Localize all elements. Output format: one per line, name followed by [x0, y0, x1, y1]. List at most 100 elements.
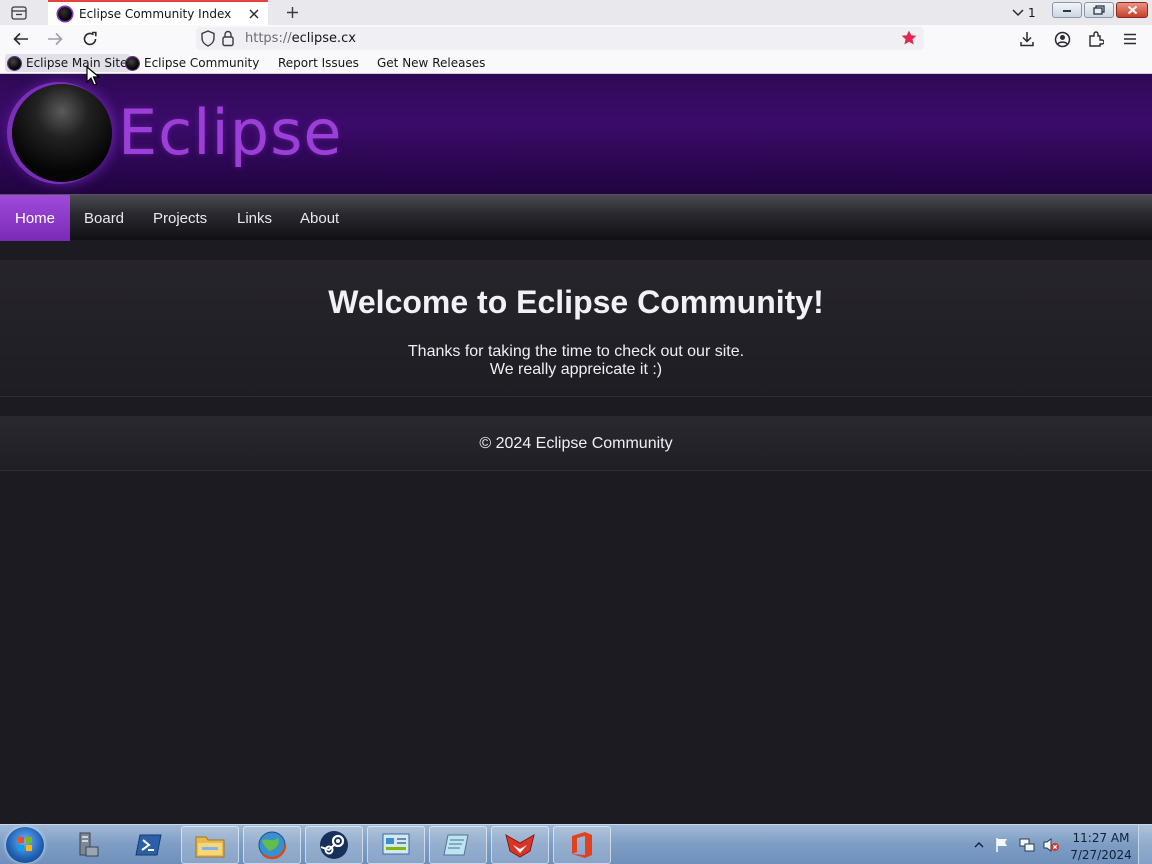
bookmark-eclipse-main-site[interactable]: Eclipse Main Site: [5, 54, 131, 72]
mouse-cursor-icon: [86, 66, 100, 86]
taskbar-steam[interactable]: [305, 826, 363, 864]
browser-globe-icon: [257, 830, 287, 860]
nav-projects[interactable]: Projects: [138, 195, 222, 241]
clock-date[interactable]: 7/27/2024: [1066, 848, 1136, 862]
bookmark-report-issues[interactable]: Report Issues: [275, 54, 362, 72]
download-icon: [1020, 32, 1034, 47]
site-header: Eclipse: [0, 74, 1152, 194]
new-tab-button[interactable]: [282, 3, 302, 22]
tracking-shield-icon[interactable]: [200, 30, 216, 47]
site-navigation: Home Board Projects Links About: [0, 194, 1152, 241]
file-explorer-icon: [195, 836, 225, 858]
eclipse-logo-icon[interactable]: [12, 84, 112, 182]
tab-list-button[interactable]: [8, 3, 30, 22]
clock-time[interactable]: 11:27 AM: [1066, 831, 1136, 845]
restore-button[interactable]: [1084, 2, 1114, 18]
reload-button[interactable]: [79, 29, 101, 49]
url-host: eclipse.cx: [291, 31, 356, 46]
forward-button[interactable]: [44, 29, 66, 49]
back-button[interactable]: [10, 29, 32, 49]
bookmark-label: Eclipse Community: [144, 56, 260, 70]
downloads-button[interactable]: [1016, 29, 1038, 49]
volume-muted-icon[interactable]: [1042, 837, 1060, 853]
eclipse-favicon-icon: [8, 56, 21, 70]
extensions-button[interactable]: [1085, 29, 1107, 49]
arrow-left-icon: [13, 32, 28, 46]
tab-title: Eclipse Community Index: [79, 6, 232, 21]
copyright-text: © 2024 Eclipse Community: [479, 435, 673, 452]
browser-tab-active[interactable]: Eclipse Community Index: [48, 0, 268, 25]
web-page: Eclipse Home Board Projects Links About …: [0, 74, 1152, 824]
taskbar-fox-app[interactable]: [491, 826, 549, 864]
taskbar-office[interactable]: [553, 826, 611, 864]
taskbar-browser[interactable]: [243, 826, 301, 864]
notepad-icon: [443, 834, 469, 856]
taskbar-notepad[interactable]: [429, 826, 487, 864]
site-logo-text[interactable]: Eclipse: [118, 96, 343, 169]
restore-icon: [1093, 5, 1105, 15]
welcome-message-line2: We really appreicate it :): [489, 361, 663, 378]
browser-chrome: Eclipse Community Index 1 https://eclips…: [0, 0, 1152, 74]
control-panel-icon: [382, 833, 410, 855]
eclipse-favicon-icon: [58, 6, 72, 21]
bookmark-get-new-releases[interactable]: Get New Releases: [374, 54, 488, 72]
welcome-message: Thanks for taking the time to check out …: [0, 343, 1152, 379]
nav-home[interactable]: Home: [0, 195, 71, 241]
tab-close-button[interactable]: [246, 6, 262, 22]
bookmark-label: Eclipse Main Site: [26, 56, 128, 70]
chevron-down-icon: [1012, 8, 1024, 16]
minimize-icon: [1063, 10, 1071, 12]
window-controls: [1052, 2, 1148, 18]
url-text[interactable]: https://eclipse.cx: [245, 31, 356, 46]
steam-icon: [320, 831, 348, 859]
plus-icon: [286, 7, 298, 18]
account-button[interactable]: [1051, 29, 1073, 49]
show-desktop-button[interactable]: [1138, 825, 1152, 864]
menu-button[interactable]: [1119, 29, 1141, 49]
nav-about[interactable]: About: [285, 195, 354, 241]
account-icon: [1054, 31, 1070, 47]
tab-count: 1: [1028, 5, 1036, 20]
taskbar-server-manager[interactable]: [58, 826, 116, 864]
arrow-right-icon: [48, 32, 63, 46]
minimize-button[interactable]: [1052, 2, 1082, 18]
windows-logo-icon: [18, 837, 32, 851]
bookmark-eclipse-community[interactable]: Eclipse Community: [123, 54, 262, 72]
navigation-bar: https://eclipse.cx: [0, 25, 1152, 52]
address-bar[interactable]: https://eclipse.cx: [196, 27, 924, 50]
welcome-section: Welcome to Eclipse Community! Thanks for…: [0, 260, 1152, 397]
taskbar-powershell[interactable]: [120, 826, 178, 864]
nav-links[interactable]: Links: [222, 195, 287, 241]
bookmark-label: Get New Releases: [377, 56, 486, 70]
lock-icon[interactable]: [221, 30, 235, 47]
taskbar-control-panel[interactable]: [367, 826, 425, 864]
taskbar: 11:27 AM 7/27/2024: [0, 824, 1152, 864]
taskbar-file-explorer[interactable]: [181, 826, 239, 864]
eclipse-favicon-icon: [126, 56, 139, 70]
powershell-icon: [135, 834, 162, 856]
window-close-button[interactable]: [1116, 2, 1148, 18]
action-center-flag-icon[interactable]: [994, 837, 1010, 853]
tab-list-icon: [11, 5, 27, 20]
fox-app-icon: [505, 833, 535, 858]
server-manager-icon: [79, 832, 99, 857]
hamburger-menu-icon: [1124, 33, 1136, 45]
close-icon: [1127, 5, 1137, 15]
reload-icon: [83, 31, 97, 46]
puzzle-icon: [1089, 31, 1104, 47]
bookmark-star-icon[interactable]: [900, 29, 918, 47]
welcome-message-line1: Thanks for taking the time to check out …: [407, 343, 745, 360]
network-icon[interactable]: [1018, 837, 1036, 853]
office-icon: [572, 832, 592, 858]
close-icon: [249, 9, 259, 18]
bookmark-label: Report Issues: [278, 56, 359, 70]
site-footer: © 2024 Eclipse Community: [0, 416, 1152, 471]
url-protocol: https://: [245, 31, 292, 46]
nav-board[interactable]: Board: [69, 195, 139, 241]
tab-overflow-button[interactable]: 1: [1012, 4, 1036, 21]
welcome-heading: Welcome to Eclipse Community!: [328, 284, 824, 320]
start-button[interactable]: [6, 827, 44, 863]
bookmarks-toolbar: Eclipse Main Site Eclipse Community Repo…: [0, 52, 1152, 74]
tray-expand-icon[interactable]: [974, 841, 984, 849]
tab-bar: Eclipse Community Index 1: [0, 0, 1152, 25]
